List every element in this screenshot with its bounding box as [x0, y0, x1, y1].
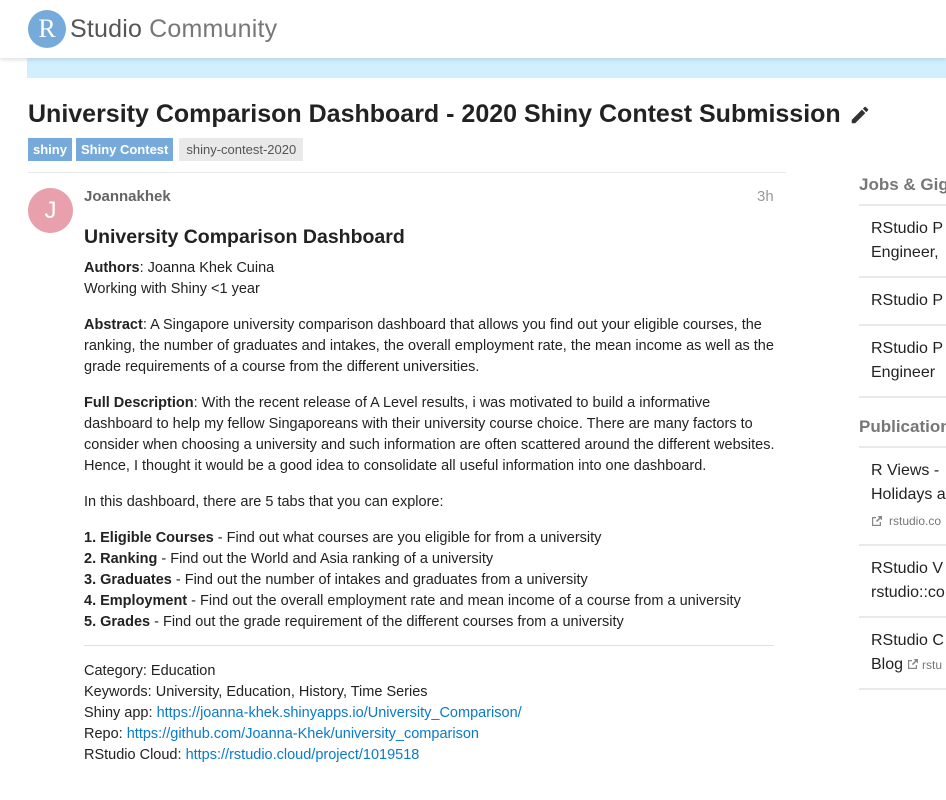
- list-item: 4. Employment - Find out the overall emp…: [84, 591, 779, 612]
- repo-link[interactable]: https://github.com/Joanna-Khek/universit…: [127, 726, 479, 742]
- category-line: Category: Education: [84, 663, 216, 679]
- abstract-text: : A Singapore university comparison dash…: [84, 317, 774, 375]
- sidebar-item-publication[interactable]: RStudio C Blog rstu: [859, 618, 946, 690]
- full-description-label: Full Description: [84, 395, 194, 411]
- sidebar-item-job[interactable]: RStudio P Engineer: [859, 326, 946, 398]
- cloud-label: RStudio Cloud:: [84, 747, 186, 763]
- post-meta: Category: Education Keywords: University…: [84, 661, 779, 766]
- pub-source: rstudio.co: [871, 509, 946, 533]
- tabs-intro: In this dashboard, there are 5 tabs that…: [84, 494, 444, 510]
- topic-title-row: University Comparison Dashboard - 2020 S…: [28, 100, 871, 129]
- list-item-desc: - Find out the overall employment rate a…: [187, 593, 741, 609]
- job-title-line1: RStudio P: [871, 220, 944, 237]
- external-link-icon: [872, 516, 882, 526]
- post-username[interactable]: Joannakhek: [84, 188, 171, 205]
- pub-source: rstu: [907, 658, 942, 672]
- notice-banner: [27, 58, 946, 78]
- logo-studio-text: Studio: [70, 14, 143, 43]
- list-item-label: 3. Graduates: [84, 572, 172, 588]
- tag-shiny-contest[interactable]: Shiny Contest: [75, 138, 174, 161]
- site-header: R Studio Community: [0, 0, 946, 58]
- sidebar-item-publication[interactable]: RStudio V rstudio::co: [859, 546, 946, 618]
- list-item-desc: - Find out the grade requirement of the …: [150, 614, 624, 630]
- list-item-label: 1. Eligible Courses: [84, 530, 214, 546]
- authors-paragraph: Authors: Joanna Khek Cuina Working with …: [84, 258, 779, 300]
- shiny-app-label: Shiny app:: [84, 705, 157, 721]
- external-link-icon: [908, 659, 919, 669]
- keywords-line: Keywords: University, Education, History…: [84, 684, 428, 700]
- abstract-paragraph: Abstract: A Singapore university compari…: [84, 315, 779, 378]
- post-body: University Comparison Dashboard Authors:…: [84, 224, 779, 766]
- pub-source-text: rstudio.co: [889, 514, 942, 528]
- edit-pencil-icon[interactable]: [849, 104, 871, 126]
- repo-line: Repo: https://github.com/Joanna-Khek/uni…: [84, 724, 779, 745]
- topic-tags: shiny Shiny Contest shiny-contest-2020: [28, 138, 304, 161]
- experience-text: Working with Shiny <1 year: [84, 281, 260, 297]
- list-item: 3. Graduates - Find out the number of in…: [84, 570, 779, 591]
- cloud-link[interactable]: https://rstudio.cloud/project/1019518: [186, 747, 420, 763]
- authors-label: Authors: [84, 260, 140, 276]
- job-title-line2: Engineer,: [871, 244, 939, 261]
- list-item-desc: - Find out the World and Asia ranking of…: [157, 551, 494, 567]
- post-divider: [84, 645, 774, 646]
- list-item: 2. Ranking - Find out the World and Asia…: [84, 549, 779, 570]
- pub-title-line2: rstudio::co: [871, 584, 945, 601]
- job-title-line2: Engineer: [871, 364, 936, 381]
- logo-r-icon: R: [28, 10, 66, 48]
- sidebar-item-publication[interactable]: R Views - Holidays a rstudio.co: [859, 448, 946, 546]
- tag-shiny[interactable]: shiny: [28, 138, 72, 161]
- list-item-label: 4. Employment: [84, 593, 188, 609]
- pub-title-line1: R Views -: [871, 462, 940, 479]
- site-logo[interactable]: R Studio Community: [28, 10, 277, 48]
- avatar[interactable]: J: [28, 188, 73, 233]
- authors-value: : Joanna Khek Cuina: [139, 260, 275, 276]
- topic-title[interactable]: University Comparison Dashboard - 2020 S…: [28, 100, 841, 129]
- sidebar-heading-publications[interactable]: Publications: [859, 410, 946, 448]
- job-title-line1: RStudio P: [871, 340, 944, 357]
- abstract-label: Abstract: [84, 317, 143, 333]
- list-item-desc: - Find out what courses are you eligible…: [213, 530, 602, 546]
- list-item-label: 2. Ranking: [84, 551, 158, 567]
- list-item-label: 5. Grades: [84, 614, 151, 630]
- full-description-paragraph: Full Description: With the recent releas…: [84, 393, 779, 477]
- cloud-line: RStudio Cloud: https://rstudio.cloud/pro…: [84, 745, 779, 766]
- sidebar-item-job[interactable]: RStudio P: [859, 278, 946, 326]
- pub-title-line1: RStudio C: [871, 632, 944, 649]
- shiny-app-link[interactable]: https://joanna-khek.shinyapps.io/Univers…: [157, 705, 522, 721]
- divider: [28, 172, 786, 173]
- sidebar-heading-jobs[interactable]: Jobs & Gigs: [859, 168, 946, 206]
- pub-title-line2-wrap: Blog rstu: [871, 653, 946, 677]
- sidebar-item-job[interactable]: RStudio P Engineer,: [859, 206, 946, 278]
- list-item: 5. Grades - Find out the grade requireme…: [84, 612, 779, 633]
- pub-title-line2: Holidays a: [871, 486, 946, 503]
- list-item-desc: - Find out the number of intakes and gra…: [171, 572, 588, 588]
- repo-label: Repo:: [84, 726, 127, 742]
- post-timestamp[interactable]: 3h: [757, 188, 774, 205]
- pub-title-line2: Blog: [871, 656, 904, 673]
- job-title-line1: RStudio P: [871, 292, 944, 309]
- shiny-app-line: Shiny app: https://joanna-khek.shinyapps…: [84, 703, 779, 724]
- post-heading: University Comparison Dashboard: [84, 226, 405, 248]
- logo-community-text: Community: [149, 14, 278, 43]
- pub-title-line1: RStudio V: [871, 560, 944, 577]
- list-item: 1. Eligible Courses - Find out what cour…: [84, 528, 779, 549]
- sidebar: Jobs & Gigs RStudio P Engineer, RStudio …: [859, 168, 946, 690]
- pub-source-text: rstu: [922, 658, 943, 672]
- tag-shiny-contest-2020[interactable]: shiny-contest-2020: [179, 138, 304, 161]
- tabs-list: 1. Eligible Courses - Find out what cour…: [84, 528, 779, 633]
